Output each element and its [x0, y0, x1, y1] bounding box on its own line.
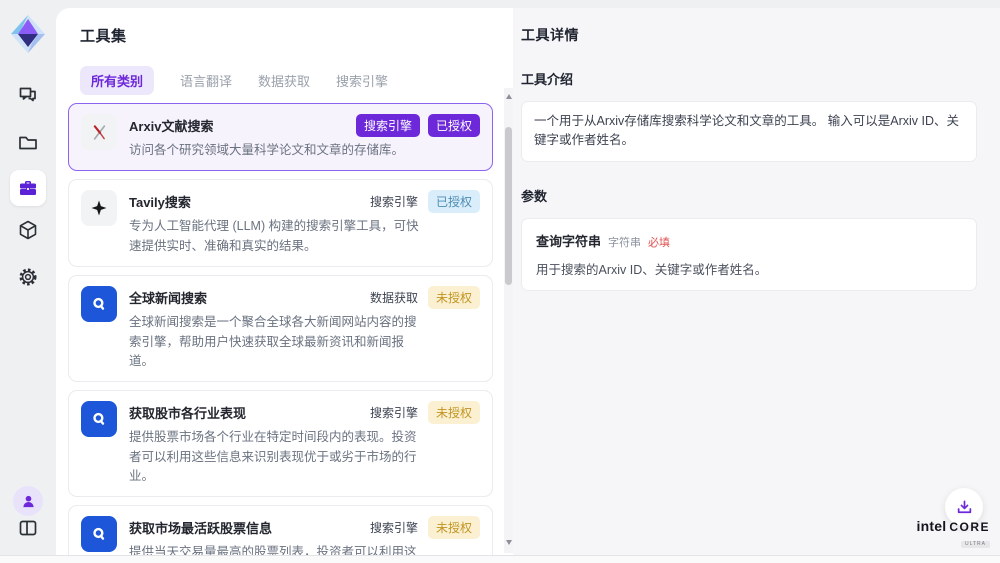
auth-status-badge: 未授权: [428, 516, 480, 539]
tool-description: 访问各个研究领域大量科学论文和文章的存储库。: [129, 141, 480, 160]
arxiv-icon: [81, 114, 117, 150]
sidebar-rail: [0, 0, 56, 555]
parameter-card: 查询字符串 字符串 必填 用于搜索的Arxiv ID、关键字或作者姓名。: [521, 218, 977, 291]
chat-icon[interactable]: [17, 84, 39, 106]
scrollbar-up-arrow-icon[interactable]: [506, 94, 512, 99]
tab-data-acquisition[interactable]: 数据获取: [258, 66, 310, 95]
category-badge: 搜索引擎: [368, 190, 420, 213]
core-wordmark: core: [949, 521, 990, 533]
tool-description: 提供股票市场各个行业在特定时间段内的表现。投资者可以利用这些信息来识别表现优于或…: [129, 428, 428, 486]
category-badge: 搜索引擎: [368, 516, 420, 539]
tool-name: Arxiv文献搜索: [129, 114, 214, 135]
app-logo-icon: [9, 13, 47, 55]
tool-card-list: Arxiv文献搜索 搜索引擎 已授权 访问各个研究领域大量科学论文和文章的存储库…: [56, 95, 513, 555]
detail-title: 工具详情: [521, 25, 977, 45]
tool-detail-panel: 工具详情 工具介绍 一个用于从Arxiv存储库搜索科学论文和文章的工具。 输入可…: [513, 8, 1000, 555]
tool-name: 获取股市各行业表现: [129, 401, 246, 422]
page-title: 工具集: [80, 25, 489, 46]
parameter-name: 查询字符串: [536, 231, 601, 250]
tab-language-translation[interactable]: 语言翻译: [180, 66, 232, 95]
list-scrollbar[interactable]: [504, 88, 513, 553]
category-tabs: 所有类别 语言翻译 数据获取 搜索引擎: [80, 66, 489, 95]
sidebar-item-tools-active[interactable]: [10, 170, 46, 206]
category-badge: 搜索引擎: [356, 114, 420, 137]
intro-heading: 工具介绍: [521, 69, 977, 88]
scrollbar-down-arrow-icon[interactable]: [506, 540, 512, 545]
briefcase-icon: [18, 178, 38, 198]
person-icon: [21, 494, 36, 509]
auth-status-badge: 未授权: [428, 286, 480, 309]
tool-card-sector-performance[interactable]: 获取股市各行业表现 搜索引擎 未授权 提供股票市场各个行业在特定时间段内的表现。…: [68, 390, 493, 497]
tool-name: Tavily搜索: [129, 190, 191, 211]
sparkle-icon: [81, 190, 117, 226]
parameter-description: 用于搜索的Arxiv ID、关键字或作者姓名。: [536, 259, 962, 278]
intel-core-logo: intel core Ultra: [917, 519, 990, 549]
auth-status-badge: 已授权: [428, 114, 480, 137]
tool-intro-text: 一个用于从Arxiv存储库搜索科学论文和文章的工具。 输入可以是Arxiv ID…: [521, 101, 977, 162]
tool-card-active-stocks[interactable]: 获取市场最活跃股票信息 搜索引擎 未授权 提供当天交易量最高的股票列表，投资者可…: [68, 505, 493, 555]
search-q-icon: [81, 516, 117, 552]
params-heading: 参数: [521, 186, 977, 205]
intel-wordmark: intel: [917, 519, 947, 533]
scrollbar-thumb[interactable]: [505, 127, 512, 285]
tool-card-arxiv[interactable]: Arxiv文献搜索 搜索引擎 已授权 访问各个研究领域大量科学论文和文章的存储库…: [68, 103, 493, 171]
search-q-icon: [81, 401, 117, 437]
package-icon[interactable]: [17, 219, 39, 241]
gear-icon[interactable]: [17, 266, 39, 288]
tab-all-categories[interactable]: 所有类别: [80, 66, 154, 95]
folder-icon[interactable]: [17, 132, 39, 154]
tab-search-engine[interactable]: 搜索引擎: [336, 66, 388, 95]
ultra-badge: Ultra: [961, 541, 990, 548]
tool-name: 获取市场最活跃股票信息: [129, 516, 272, 537]
tool-description: 专为人工智能代理 (LLM) 构建的搜索引擎工具，可快速提供实时、准确和真实的结…: [129, 217, 428, 256]
search-q-icon: [81, 286, 117, 322]
parameter-type: 字符串: [608, 234, 641, 250]
user-avatar[interactable]: [13, 486, 43, 516]
tool-name: 全球新闻搜索: [129, 286, 207, 307]
tool-card-global-news[interactable]: 全球新闻搜索 数据获取 未授权 全球新闻搜索是一个聚合全球各大新闻网站内容的搜索…: [68, 275, 493, 382]
tool-list-panel: 工具集 所有类别 语言翻译 数据获取 搜索引擎 Arxiv文献搜索: [56, 8, 513, 555]
tool-description: 全球新闻搜索是一个聚合全球各大新闻网站内容的搜索引擎，帮助用户快速获取全球最新资…: [129, 313, 428, 371]
category-badge: 数据获取: [368, 286, 420, 309]
category-badge: 搜索引擎: [368, 401, 420, 424]
auth-status-badge: 已授权: [428, 190, 480, 213]
tool-card-tavily[interactable]: Tavily搜索 搜索引擎 已授权 专为人工智能代理 (LLM) 构建的搜索引擎…: [68, 179, 493, 267]
parameter-required-flag: 必填: [648, 234, 670, 250]
layout-toggle-icon[interactable]: [17, 517, 39, 539]
auth-status-badge: 未授权: [428, 401, 480, 424]
window-bottom-strip: [0, 555, 1000, 563]
tool-description: 提供当天交易量最高的股票列表，投资者可以利用这些信息来识别流动性强的股票和潜在的…: [129, 543, 428, 555]
download-icon: [956, 499, 973, 516]
